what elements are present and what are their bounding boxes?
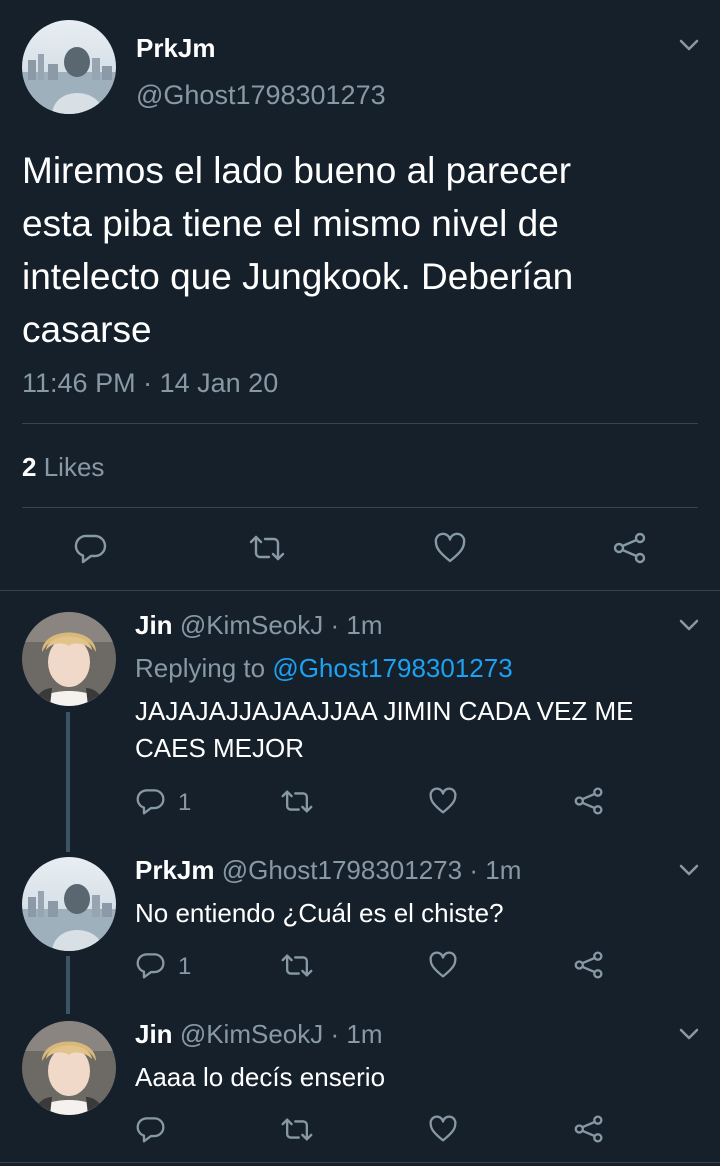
share-icon[interactable] xyxy=(573,786,605,816)
share-icon[interactable] xyxy=(573,1114,605,1144)
separator-dot: · xyxy=(330,610,340,640)
share-icon[interactable] xyxy=(573,950,605,980)
reply-text-line: CAES MEJOR xyxy=(135,733,305,763)
reply-count: 1 xyxy=(178,789,192,816)
display-name[interactable]: PrkJm xyxy=(135,855,215,885)
handle[interactable]: @KimSeokJ xyxy=(180,1019,323,1049)
tweet-text-line: esta piba tiene el mismo nivel de xyxy=(22,203,559,244)
share-icon[interactable] xyxy=(612,531,648,565)
like-icon[interactable] xyxy=(428,951,458,979)
thread-line xyxy=(66,712,70,852)
divider xyxy=(0,1162,720,1163)
divider xyxy=(0,590,720,591)
tweet-time: 11:46 PM xyxy=(22,368,136,398)
reply-icon[interactable] xyxy=(74,531,108,565)
avatar[interactable] xyxy=(22,857,116,951)
separator-dot: · xyxy=(143,368,153,398)
retweet-icon[interactable] xyxy=(280,788,314,815)
like-icon[interactable] xyxy=(428,787,458,815)
reply-time: 1m xyxy=(346,1019,383,1049)
reply-header: PrkJm @Ghost1798301273 · 1m xyxy=(135,855,521,886)
chevron-down-icon[interactable] xyxy=(678,861,700,879)
chevron-down-icon[interactable] xyxy=(678,36,700,54)
handle[interactable]: @KimSeokJ xyxy=(180,610,323,640)
reply-icon[interactable] xyxy=(136,950,166,980)
tweet-text: Miremos el lado bueno al parecer esta pi… xyxy=(22,144,702,356)
retweet-icon[interactable] xyxy=(248,533,286,563)
chevron-down-icon[interactable] xyxy=(678,1025,700,1043)
reply-text-line: JAJAJAJJAJAAJJAA JIMIN CADA VEZ ME xyxy=(135,696,634,726)
tweet-date: 14 Jan 20 xyxy=(159,368,279,398)
tweet-text-line: casarse xyxy=(22,309,152,350)
handle[interactable]: @Ghost1798301273 xyxy=(222,855,462,885)
reply-text: No entiendo ¿Cuál es el chiste? xyxy=(135,895,504,932)
handle[interactable]: @Ghost1798301273 xyxy=(136,80,386,111)
avatar[interactable] xyxy=(22,1021,116,1115)
replying-to: Replying to @Ghost1798301273 xyxy=(135,653,513,684)
avatar[interactable] xyxy=(22,612,116,706)
reply-time: 1m xyxy=(485,855,522,885)
avatar[interactable] xyxy=(22,20,116,114)
mention-link[interactable]: @Ghost1798301273 xyxy=(272,653,512,683)
reply-text: JAJAJAJJAJAAJJAA JIMIN CADA VEZ ME CAES … xyxy=(135,693,633,767)
like-icon[interactable] xyxy=(433,532,467,564)
tweet-text-line: intelecto que Jungkook. Deberían xyxy=(22,256,574,297)
like-icon[interactable] xyxy=(428,1115,458,1143)
reply-icon[interactable] xyxy=(136,786,166,816)
reply-text-line: Aaaa lo decís enserio xyxy=(135,1062,386,1092)
separator-dot: · xyxy=(469,855,479,885)
retweet-icon[interactable] xyxy=(280,1116,314,1143)
chevron-down-icon[interactable] xyxy=(678,616,700,634)
reply-time: 1m xyxy=(346,610,383,640)
divider xyxy=(22,423,698,424)
likes-label: Likes xyxy=(43,452,105,482)
replying-to-label: Replying to xyxy=(135,653,266,683)
thread-line xyxy=(66,956,70,1014)
display-name[interactable]: PrkJm xyxy=(136,33,216,64)
reply-text: Aaaa lo decís enserio xyxy=(135,1059,385,1096)
reply-header: Jin @KimSeokJ · 1m xyxy=(135,1019,383,1050)
display-name[interactable]: Jin xyxy=(135,1019,173,1049)
retweet-icon[interactable] xyxy=(280,952,314,979)
divider xyxy=(22,507,698,508)
reply-text-line: No entiendo ¿Cuál es el chiste? xyxy=(135,898,504,928)
tweet-timestamp[interactable]: 11:46 PM · 14 Jan 20 xyxy=(22,368,278,399)
tweet-text-line: Miremos el lado bueno al parecer xyxy=(22,150,572,191)
separator-dot: · xyxy=(330,1019,340,1049)
reply-icon[interactable] xyxy=(136,1114,166,1144)
display-name[interactable]: Jin xyxy=(135,610,173,640)
reply-count: 1 xyxy=(178,953,192,980)
likes-stat[interactable]: 2 Likes xyxy=(22,452,104,483)
likes-count: 2 xyxy=(22,452,37,482)
reply-header: Jin @KimSeokJ · 1m xyxy=(135,610,383,641)
